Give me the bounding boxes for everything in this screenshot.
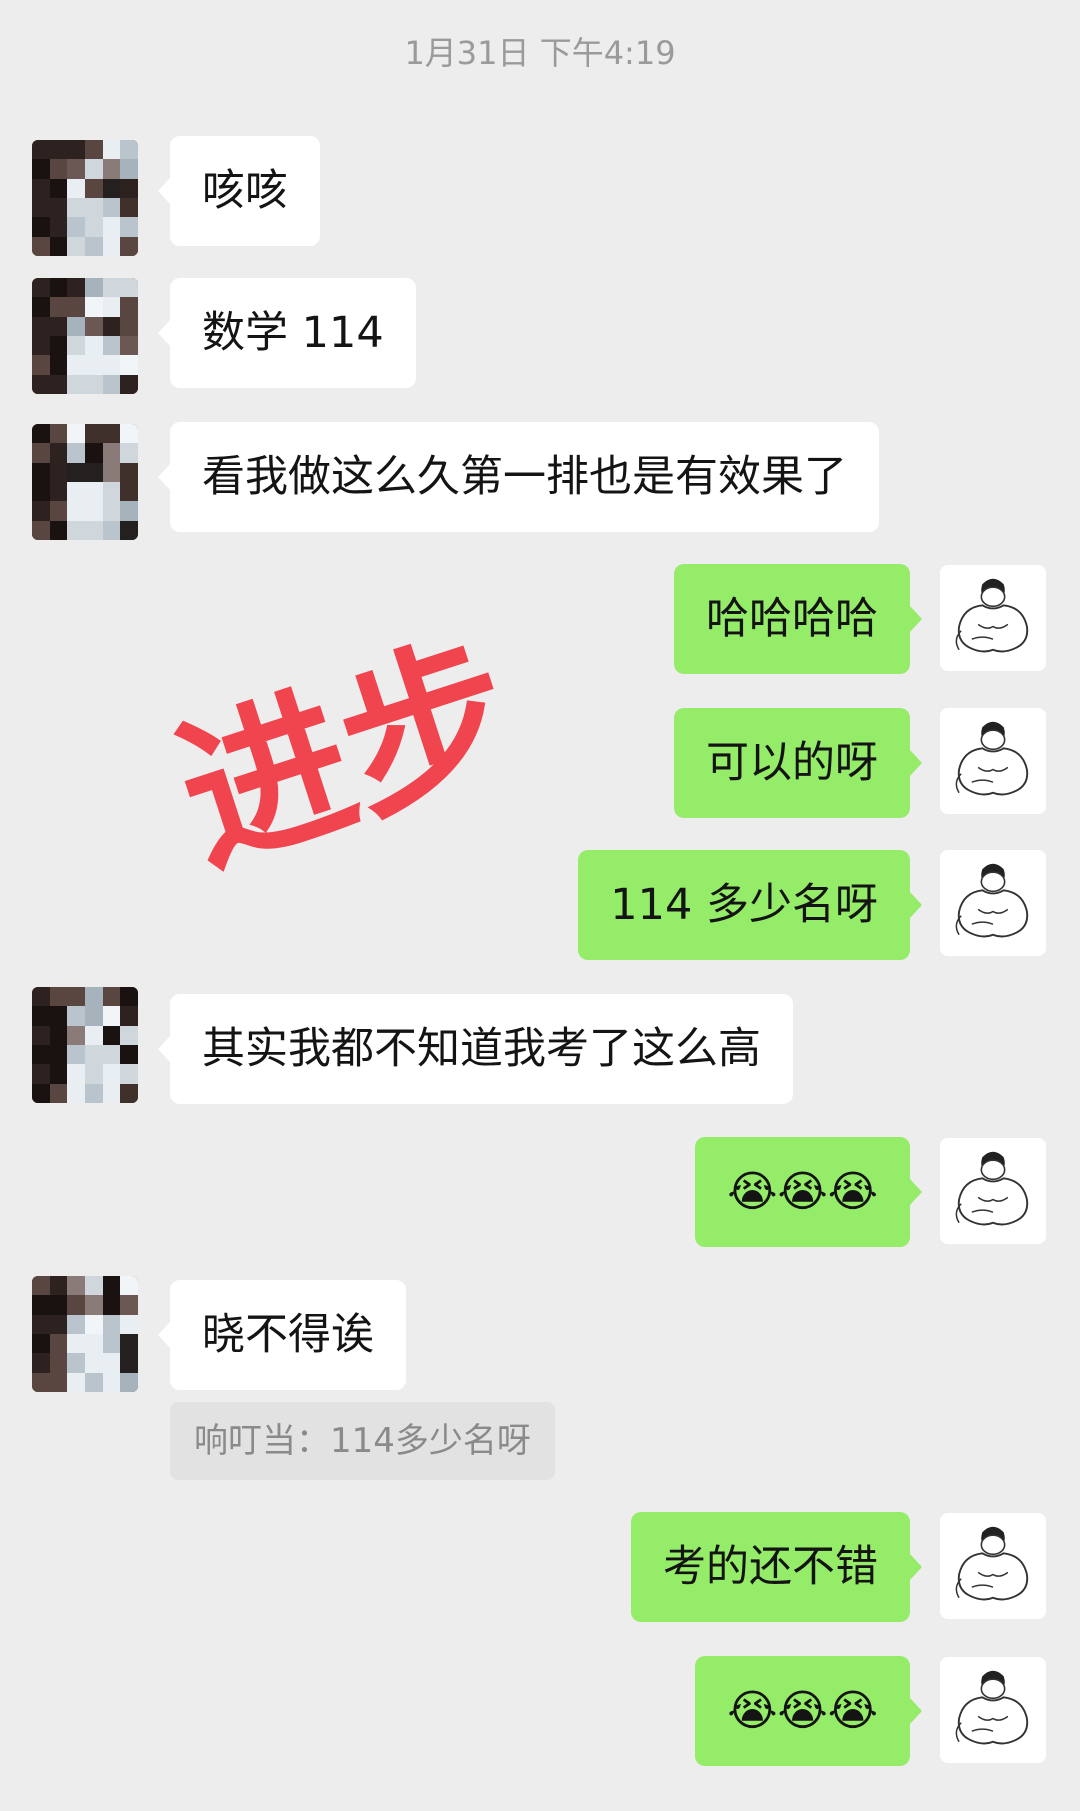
contact-avatar[interactable] (32, 424, 138, 540)
message-bubble-incoming[interactable]: 其实我都不知道我考了这么高 (158, 994, 793, 1104)
muscle-man-icon (940, 708, 1046, 814)
message-bubble-outgoing[interactable]: 114 多少名呀 (578, 850, 922, 960)
contact-avatar[interactable] (32, 987, 138, 1103)
self-avatar[interactable] (940, 565, 1046, 671)
muscle-man-icon (940, 565, 1046, 671)
message-bubble-outgoing[interactable]: 哈哈哈哈 (674, 564, 922, 674)
facepalm-laughing-emoji: 😭😭😭 (727, 1166, 878, 1217)
muscle-man-icon (940, 1138, 1046, 1244)
self-avatar[interactable] (940, 708, 1046, 814)
muscle-man-icon (940, 1513, 1046, 1619)
muscle-man-icon (940, 1657, 1046, 1763)
message-bubble-outgoing[interactable]: 😭😭😭 (695, 1656, 922, 1766)
message-bubble-outgoing[interactable]: 可以的呀 (674, 708, 922, 818)
self-avatar[interactable] (940, 1138, 1046, 1244)
contact-avatar[interactable] (32, 1276, 138, 1392)
message-bubble-incoming[interactable]: 晓不得诶 (158, 1280, 406, 1390)
self-avatar[interactable] (940, 850, 1046, 956)
facepalm-laughing-emoji: 😭😭😭 (727, 1685, 878, 1736)
message-bubble-outgoing[interactable]: 😭😭😭 (695, 1137, 922, 1247)
muscle-man-icon (940, 850, 1046, 956)
contact-avatar[interactable] (32, 278, 138, 394)
contact-avatar[interactable] (32, 140, 138, 256)
chat-timestamp: 1月31日 下午4:19 (404, 34, 676, 72)
message-bubble-outgoing[interactable]: 考的还不错 (631, 1512, 922, 1622)
self-avatar[interactable] (940, 1513, 1046, 1619)
message-bubble-incoming[interactable]: 咳咳 (158, 136, 320, 246)
message-bubble-incoming[interactable]: 看我做这么久第一排也是有效果了 (158, 422, 879, 532)
stamp-text: 进步 (160, 625, 520, 895)
progress-stamp-overlay: 进步 (157, 610, 537, 900)
quoted-reply[interactable]: 响叮当：114多少名呀 (170, 1402, 555, 1480)
message-bubble-incoming[interactable]: 数学 114 (158, 278, 416, 388)
self-avatar[interactable] (940, 1657, 1046, 1763)
